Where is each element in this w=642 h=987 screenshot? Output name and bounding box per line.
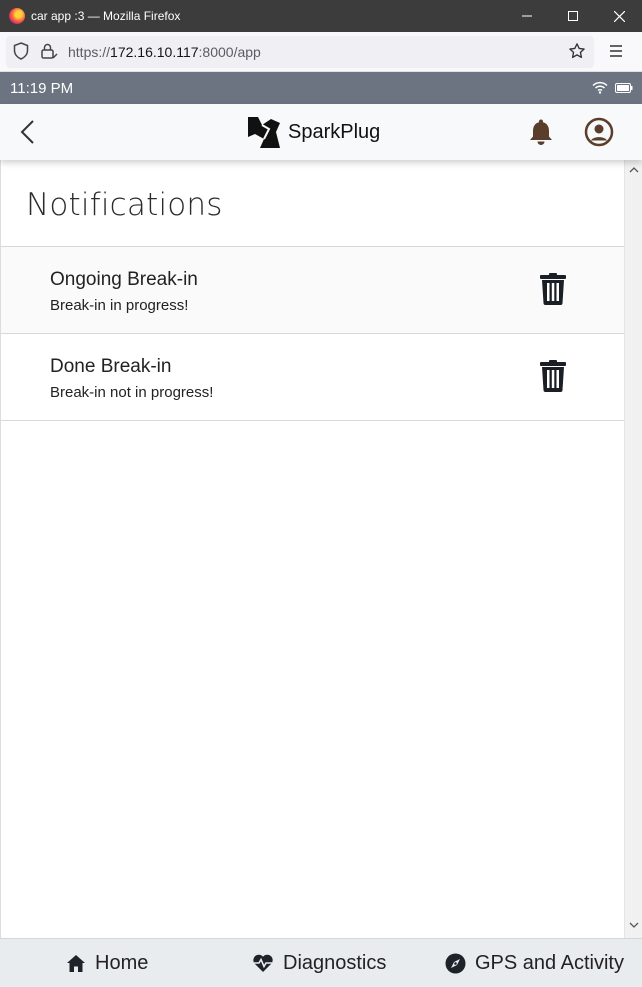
tab-home[interactable]: Home xyxy=(66,951,148,975)
notification-body: Break-in not in progress! xyxy=(50,384,214,401)
wifi-icon xyxy=(592,81,608,94)
notification-body: Break-in in progress! xyxy=(50,297,189,314)
notification-list: Ongoing Break-in Break-in in progress! D… xyxy=(1,246,624,421)
tracking-shield-icon[interactable] xyxy=(13,42,29,60)
home-icon xyxy=(67,954,85,972)
account-icon[interactable] xyxy=(584,117,614,147)
close-window-button[interactable] xyxy=(596,0,642,32)
notifications-page: Notifications Ongoing Break-in Break-in … xyxy=(0,160,624,938)
minimize-button[interactable] xyxy=(504,0,550,32)
heart-pulse-icon xyxy=(253,954,273,972)
scroll-down-arrow-icon[interactable] xyxy=(629,922,639,929)
url-host: 172.16.10.117 xyxy=(110,44,199,60)
app-brand: SparkPlug xyxy=(288,121,381,143)
notification-item[interactable]: Ongoing Break-in Break-in in progress! xyxy=(1,247,624,334)
url-scheme: https:// xyxy=(68,44,111,60)
tab-gps-activity[interactable]: GPS and Activity xyxy=(445,951,624,975)
maximize-button[interactable] xyxy=(550,0,596,32)
status-time: 11:19 PM xyxy=(10,80,74,97)
maximize-icon xyxy=(568,11,578,21)
minimize-icon xyxy=(522,15,532,17)
window-title: car app :3 — Mozilla Firefox xyxy=(31,9,181,23)
notifications-bell-icon[interactable] xyxy=(528,118,554,146)
close-icon xyxy=(613,10,625,22)
notification-title: Done Break-in xyxy=(50,356,172,377)
battery-icon xyxy=(615,83,633,93)
tab-label: Diagnostics xyxy=(283,951,387,974)
browser-navbar: https://172.16.10.117:8000/app xyxy=(0,32,642,72)
page-scrollbar[interactable] xyxy=(624,160,642,938)
sparkplug-logo-icon xyxy=(248,117,280,148)
bookmark-star-icon[interactable] xyxy=(568,42,586,60)
url-text[interactable]: https://172.16.10.117:8000/app xyxy=(68,44,261,60)
tab-diagnostics[interactable]: Diagnostics xyxy=(252,951,386,975)
back-chevron-icon[interactable] xyxy=(18,119,38,145)
url-path: :8000/app xyxy=(198,44,261,60)
hamburger-menu-icon[interactable] xyxy=(608,43,624,59)
device-status-bar: 11:19 PM xyxy=(0,72,642,104)
compass-icon xyxy=(445,953,466,973)
tab-label: GPS and Activity xyxy=(475,951,624,974)
trash-icon[interactable] xyxy=(539,273,567,305)
tab-label: Home xyxy=(95,951,149,974)
bottom-tab-bar: Home Diagnostics GPS and Activity xyxy=(0,938,642,987)
firefox-logo-icon xyxy=(9,8,25,24)
page-title: Notifications xyxy=(26,187,223,223)
window-controls xyxy=(504,0,642,32)
window-titlebar: car app :3 — Mozilla Firefox xyxy=(0,0,642,32)
scroll-up-arrow-icon[interactable] xyxy=(629,166,639,173)
lock-icon[interactable] xyxy=(40,42,58,60)
notification-title: Ongoing Break-in xyxy=(50,269,198,290)
app-header: SparkPlug xyxy=(0,104,642,160)
trash-icon[interactable] xyxy=(539,360,567,392)
notification-item[interactable]: Done Break-in Break-in not in progress! xyxy=(1,334,624,421)
